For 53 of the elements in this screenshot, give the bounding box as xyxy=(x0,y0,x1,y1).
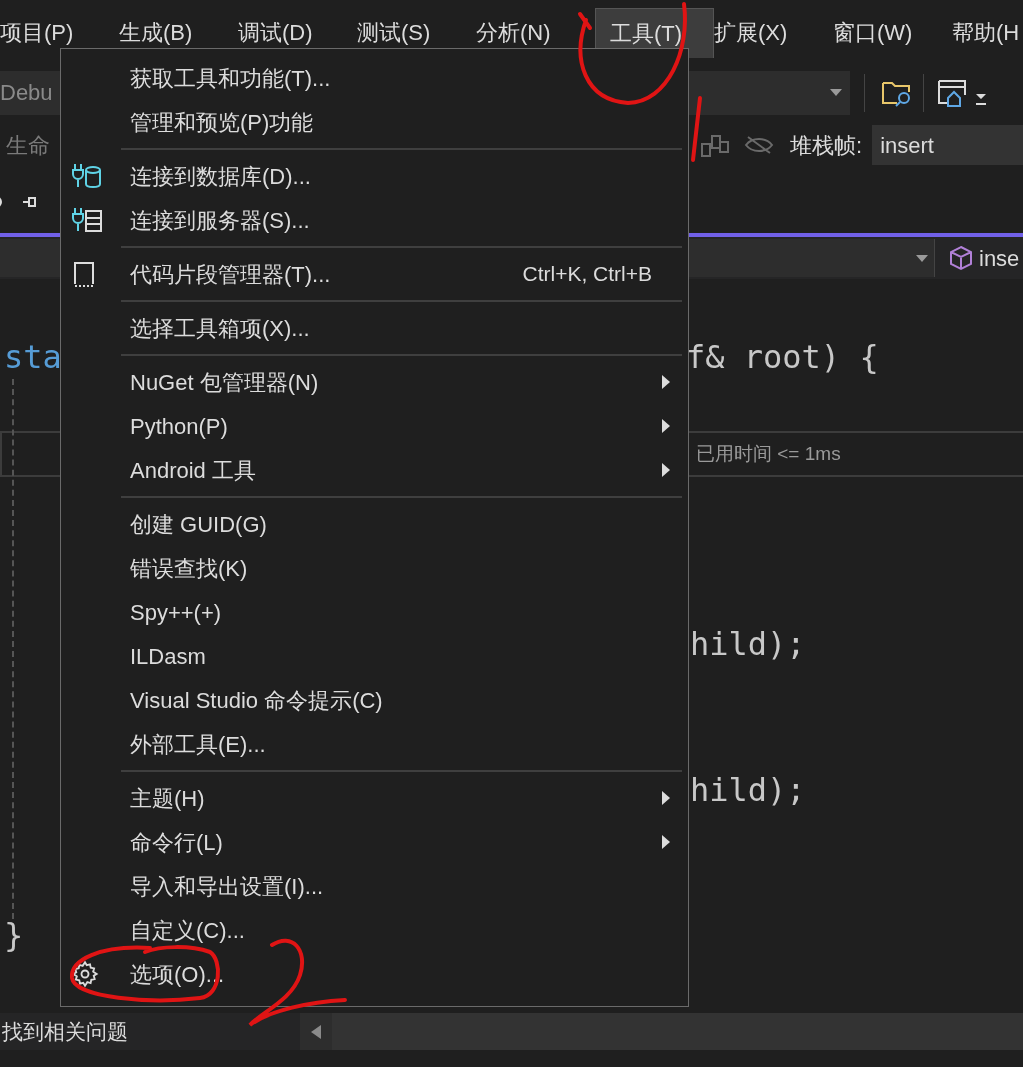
cube-icon xyxy=(949,245,973,271)
menu-item[interactable]: 管理和预览(P)功能 xyxy=(61,100,688,144)
window-home-icon[interactable] xyxy=(936,77,968,108)
menu-item[interactable]: Visual Studio 命令提示(C) xyxy=(61,678,688,722)
snippet-icon xyxy=(71,260,97,288)
menu-item[interactable]: NuGet 包管理器(N) xyxy=(61,360,688,404)
menu-item[interactable]: 命令行(L) xyxy=(61,820,688,864)
toolbar-label: 生命 xyxy=(5,131,51,160)
menu-bar-item[interactable]: 调试(D) xyxy=(238,7,357,58)
timing-hint: 已用时间 <= 1ms xyxy=(696,441,841,466)
menu-item[interactable]: 连接到服务器(S)... xyxy=(61,198,688,242)
menu-item[interactable]: Android 工具 xyxy=(61,448,688,492)
server-plug-icon xyxy=(71,206,103,234)
settings-icon xyxy=(71,960,99,988)
eye-slash-icon[interactable] xyxy=(744,135,774,155)
overflow-caret-icon[interactable] xyxy=(974,93,988,106)
caret-icon xyxy=(830,89,842,96)
status-message: 找到相关问题 xyxy=(1,1018,129,1045)
menu-bar-item[interactable]: 扩展(X) xyxy=(714,7,833,58)
menu-bar-item[interactable]: 测试(S) xyxy=(357,7,476,58)
stack-frame-label: 堆栈帧: xyxy=(790,131,863,160)
stroke-annotation xyxy=(691,96,702,162)
menu-item[interactable]: Python(P) xyxy=(61,404,688,448)
code-text: sta xyxy=(3,337,63,378)
shortcut-text: Ctrl+K, Ctrl+B xyxy=(522,261,652,288)
menu-bar-item[interactable]: 生成(B) xyxy=(119,7,238,58)
thread-icon[interactable] xyxy=(700,132,730,158)
menu-item[interactable]: 连接到数据库(D)... xyxy=(61,154,688,198)
stack-frame-field[interactable]: insert xyxy=(872,125,1023,165)
menu-item[interactable]: 错误查找(K) xyxy=(61,546,688,590)
member-dropdown[interactable]: inse xyxy=(979,241,1020,275)
menu-bar-item[interactable]: 分析(N) xyxy=(476,7,595,58)
menu-bar-item[interactable]: 项目(P) xyxy=(0,7,119,58)
code-text: hild); xyxy=(690,770,806,811)
code-text: f& root) { xyxy=(686,337,879,378)
menu-item[interactable]: Spy++(+) xyxy=(61,590,688,634)
code-text: hild); xyxy=(690,624,806,665)
menu-item[interactable]: 创建 GUID(G) xyxy=(61,502,688,546)
menu-item[interactable]: ILDasm xyxy=(61,634,688,678)
menu-bar-item[interactable]: 窗口(W) xyxy=(833,7,952,58)
caret-icon xyxy=(916,254,928,262)
menu-bar-item[interactable]: 帮助(H xyxy=(952,7,1023,58)
menu-item[interactable]: 自定义(C)... xyxy=(61,908,688,952)
menu-item[interactable]: 获取工具和功能(T)... xyxy=(61,56,688,100)
menu-item[interactable]: 外部工具(E)... xyxy=(61,722,688,766)
code-text: } xyxy=(4,915,24,956)
scroll-left-button[interactable] xyxy=(300,1013,332,1050)
menu-item[interactable]: 主题(H) xyxy=(61,776,688,820)
menu-item[interactable]: 选择工具箱项(X)... xyxy=(61,306,688,350)
database-plug-icon xyxy=(71,162,103,190)
menu-item[interactable]: 导入和导出设置(I)... xyxy=(61,864,688,908)
left-arrow-icon xyxy=(311,1024,321,1039)
menu-item[interactable]: 代码片段管理器(T)... Ctrl+K, Ctrl+B xyxy=(61,252,688,296)
